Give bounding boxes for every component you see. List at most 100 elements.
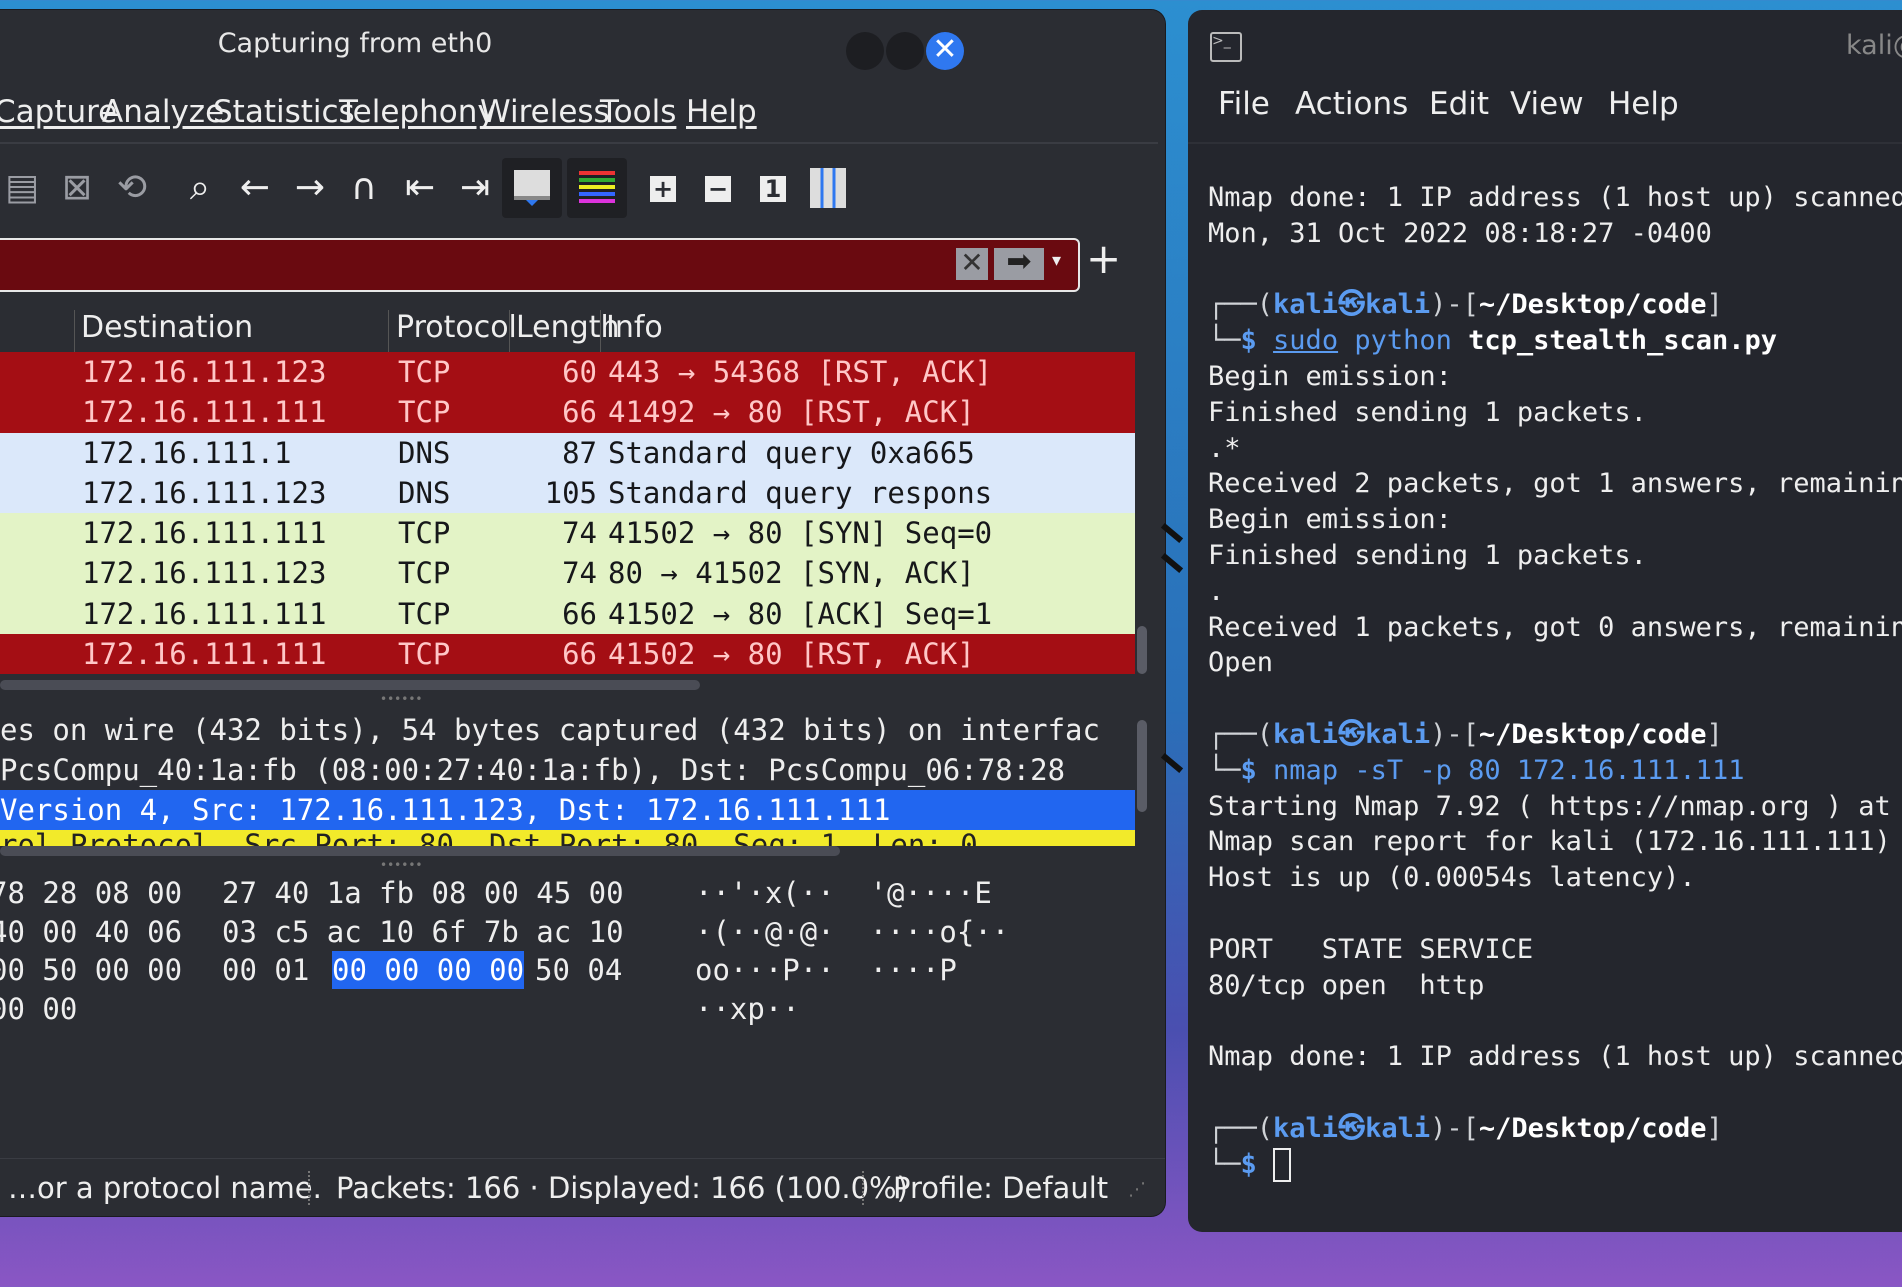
command-line: └─$ nmap -sT -p 80 172.16.111.111: [1208, 754, 1745, 786]
menu-telephony[interactable]: Telephony: [339, 94, 496, 130]
packet-destination: 172.16.111.111: [82, 516, 327, 551]
resize-columns-icon[interactable]: [798, 158, 858, 218]
wireshark-titlebar: Capturing from eth0 ✕: [0, 10, 1165, 80]
search-icon[interactable]: ⌕: [170, 158, 230, 218]
column-protocol[interactable]: Protocol: [396, 310, 517, 345]
terminal-menu-actions[interactable]: Actions: [1295, 86, 1408, 122]
column-length[interactable]: Length: [516, 310, 619, 345]
output-line: Nmap scan report for kali (172.16.111.11…: [1208, 826, 1891, 858]
column-separator[interactable]: [600, 310, 601, 358]
menu-tools[interactable]: Tools: [600, 94, 676, 130]
back-arrow-icon[interactable]: ←: [225, 158, 285, 218]
terminal-icon: >_: [1210, 32, 1242, 62]
packet-destination: 172.16.111.123: [82, 556, 327, 591]
save-file-icon[interactable]: ▤: [0, 158, 52, 218]
prompt-path: ~/Desktop/code: [1478, 289, 1707, 321]
first-packet-icon[interactable]: ⇤: [390, 158, 450, 218]
column-separator[interactable]: [509, 310, 510, 358]
terminal-menu-file[interactable]: File: [1218, 86, 1270, 122]
autoscroll-icon[interactable]: [502, 158, 562, 218]
prompt-symbol: $: [1240, 1148, 1257, 1180]
status-separator: [308, 1171, 312, 1205]
detail-tcp[interactable]: rol Protocol, Src Port: 80, Dst Port: 80…: [0, 830, 1135, 846]
colorize-icon[interactable]: [567, 158, 627, 218]
divider: [1188, 142, 1902, 144]
details-hscrollbar[interactable]: [0, 846, 840, 856]
zoom-out-icon[interactable]: −: [688, 158, 748, 218]
close-file-icon[interactable]: ⊠: [47, 158, 107, 218]
packet-length: 66: [562, 637, 597, 672]
packet-destination: 172.16.111.111: [82, 395, 327, 430]
output-line: Received 2 packets, got 1 answers, remai…: [1208, 468, 1902, 500]
status-packets[interactable]: Packets: 166 · Displayed: 166 (100.0%): [336, 1171, 908, 1205]
command-argument: tcp_stealth_scan.py: [1468, 325, 1778, 357]
packet-row[interactable]: 172.16.111.123 DNS 105 Standard query re…: [0, 472, 1135, 514]
packet-row[interactable]: 172.16.111.111 TCP 66 41502 → 80 [ACK] S…: [0, 593, 1135, 635]
status-separator: [862, 1171, 866, 1205]
pane-splitter[interactable]: ••••••: [380, 692, 422, 706]
terminal-menu-help[interactable]: Help: [1608, 86, 1679, 122]
output-line: PORT STATE SERVICE: [1208, 933, 1534, 965]
packet-row[interactable]: 172.16.111.111 TCP 66 41492 → 80 [RST, A…: [0, 392, 1135, 433]
maximize-button[interactable]: [886, 32, 924, 70]
reload-file-icon[interactable]: ⟲: [102, 158, 162, 218]
terminal-output[interactable]: Nmap done: 1 IP address (1 host up) scan…: [1208, 180, 1902, 1183]
filter-history-dropdown[interactable]: ▾: [1052, 250, 1061, 271]
packet-length: 60: [562, 355, 597, 389]
packet-row[interactable]: 172.16.111.111 TCP 74 41502 → 80 [SYN] S…: [0, 513, 1135, 554]
column-info[interactable]: Info: [606, 310, 663, 345]
menu-help[interactable]: Help: [686, 94, 757, 130]
menu-capture[interactable]: Capture: [0, 94, 117, 130]
column-destination[interactable]: Destination: [81, 310, 253, 345]
hex-bytes: 27 40 1a fb 08 00 45 00: [222, 876, 624, 910]
close-button[interactable]: ✕: [926, 32, 964, 70]
menu-analyze[interactable]: Analyze: [102, 94, 224, 130]
column-separator[interactable]: [74, 310, 75, 358]
column-separator[interactable]: [388, 310, 389, 358]
go-to-packet-icon[interactable]: ∩: [334, 158, 394, 218]
minimize-button[interactable]: [846, 32, 884, 70]
detail-ipv4[interactable]: Version 4, Src: 172.16.111.123, Dst: 172…: [0, 790, 1135, 830]
command-line: └─$ sudo python tcp_stealth_scan.py: [1208, 325, 1778, 357]
normal-size-icon[interactable]: 1: [743, 158, 803, 218]
terminal-menu-view[interactable]: View: [1510, 86, 1584, 122]
output-line: Nmap done: 1 IP address (1 host up) scan…: [1208, 1041, 1902, 1073]
pane-splitter[interactable]: ••••••: [380, 858, 422, 872]
details-vscrollbar[interactable]: [1137, 720, 1147, 812]
packet-length: 66: [562, 395, 597, 430]
menu-statistics[interactable]: Statistics: [213, 94, 355, 130]
bytes-row[interactable]: 40 00 40 06 03 c5 ac 10 6f 7b ac 10 ·(··…: [0, 913, 1135, 952]
detail-frame[interactable]: es on wire (432 bits), 54 bytes captured…: [0, 710, 1135, 750]
bytes-row[interactable]: 00 00 ··xp··: [0, 990, 1135, 1029]
forward-arrow-icon[interactable]: →: [280, 158, 340, 218]
terminal-menu-edit[interactable]: Edit: [1429, 86, 1489, 122]
menu-wireless[interactable]: Wireless: [480, 94, 610, 130]
packet-list-hscrollbar[interactable]: [0, 680, 700, 690]
clear-filter-icon[interactable]: ✕: [956, 248, 988, 280]
packet-info: 41502 → 80 [SYN] Seq=0: [608, 516, 993, 551]
window-title: Capturing from eth0: [217, 28, 493, 59]
packet-list-vscrollbar[interactable]: [1137, 626, 1147, 674]
status-profile[interactable]: Profile: Default: [893, 1171, 1108, 1205]
packet-row[interactable]: 172.16.111.111 TCP 66 41502 → 80 [RST, A…: [0, 634, 1135, 675]
resize-grip-icon[interactable]: ⋰: [1128, 1179, 1146, 1200]
output-line: 80/tcp open http: [1208, 969, 1485, 1001]
status-bar: …or a protocol name. Packets: 166 · Disp…: [0, 1158, 1165, 1216]
packet-row[interactable]: 172.16.111.1 DNS 87 Standard query 0xa66…: [0, 432, 1135, 473]
ascii-bytes: ··'·x(·· '@····E: [695, 876, 992, 910]
last-packet-icon[interactable]: ⇥: [445, 158, 505, 218]
zoom-in-icon[interactable]: +: [633, 158, 693, 218]
packet-protocol: TCP: [398, 516, 451, 551]
prompt-user: kali: [1273, 289, 1339, 321]
command-sudo: sudo: [1273, 325, 1339, 357]
command-line[interactable]: └─$: [1208, 1147, 1902, 1183]
bytes-row[interactable]: 00 50 00 00 00 01 00 00 00 00 50 04 oo··…: [0, 951, 1135, 990]
add-filter-button[interactable]: +: [1086, 234, 1121, 283]
packet-row[interactable]: 172.16.111.123 TCP 74 80 → 41502 [SYN, A…: [0, 553, 1135, 594]
detail-ethernet[interactable]: PcsCompu_40:1a:fb (08:00:27:40:1a:fb), D…: [0, 750, 1135, 790]
display-filter-input[interactable]: [0, 240, 962, 292]
bytes-row[interactable]: 78 28 08 00 27 40 1a fb 08 00 45 00 ··'·…: [0, 874, 1135, 913]
packet-row[interactable]: 172.16.111.123 TCP 60 443 → 54368 [RST, …: [0, 352, 1135, 393]
apply-filter-icon[interactable]: ➡: [994, 247, 1044, 280]
